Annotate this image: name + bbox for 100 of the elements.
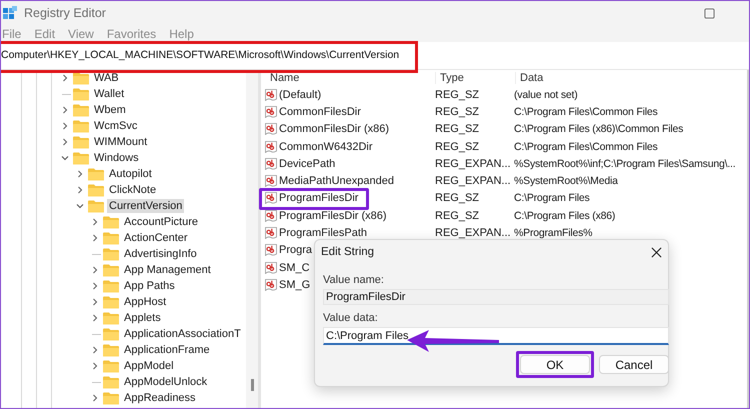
folder-icon xyxy=(103,216,119,228)
value-data: (value not set) xyxy=(514,88,578,101)
folder-icon xyxy=(88,168,104,180)
value-data: C:\Program Files xyxy=(514,192,590,204)
folder-icon xyxy=(103,264,119,276)
value-name[interactable]: (Default) xyxy=(279,88,322,101)
value-name[interactable]: SM_G xyxy=(279,278,310,291)
close-icon[interactable] xyxy=(651,246,662,258)
string-value-icon xyxy=(265,262,277,274)
string-value-icon xyxy=(265,123,277,136)
tree-item[interactable]: ClickNote xyxy=(107,183,158,197)
string-value-icon xyxy=(265,158,277,170)
value-data: %ProgramFiles% xyxy=(514,227,592,240)
value-data-field[interactable]: C:\Program Files xyxy=(323,327,669,345)
window-title: Registry Editor xyxy=(24,6,106,20)
value-data: C:\Program Files\Common Files xyxy=(514,140,658,153)
tree-item[interactable]: Windows xyxy=(92,151,141,165)
string-value-icon xyxy=(265,244,277,256)
value-name-field[interactable]: ProgramFilesDir xyxy=(323,289,669,305)
value-data: %SystemRoot%\inf;C:\Program Files\Samsung\... xyxy=(514,158,736,170)
field-label: Value data: xyxy=(323,312,379,324)
maximize-icon[interactable] xyxy=(704,8,715,18)
folder-icon xyxy=(88,184,104,196)
folder-icon xyxy=(73,152,89,164)
folder-icon xyxy=(103,360,119,372)
value-name[interactable]: ProgramFilesDir xyxy=(279,192,358,204)
tree-item[interactable]: AppModel xyxy=(122,359,176,373)
folder-icon xyxy=(73,136,89,148)
value-type: REG_SZ xyxy=(435,88,480,101)
tree-item[interactable]: ApplicationAssociationT xyxy=(122,327,243,341)
string-value-icon xyxy=(265,106,277,118)
value-type: REG_SZ xyxy=(435,123,480,136)
address-bar[interactable]: Computer\HKEY_LOCAL_MACHINE\SOFTWARE\Microsoft\Windows\CurrentVersion xyxy=(1,49,400,61)
tree-item[interactable]: AppReadiness xyxy=(122,391,198,405)
string-value-icon xyxy=(265,278,277,291)
value-type: REG_EXPAN... xyxy=(435,227,511,240)
value-data: C:\Program Files\Common Files xyxy=(514,106,658,118)
value-type: REG_EXPAN... xyxy=(435,158,511,170)
tree-item[interactable]: ActionCenter xyxy=(122,231,190,245)
chevron-down-icon[interactable] xyxy=(76,202,86,210)
string-value-icon xyxy=(265,227,277,240)
value-name[interactable]: ProgramFilesDir (x86) xyxy=(279,210,387,222)
value-name[interactable]: MediaPathUnexpanded xyxy=(279,175,394,188)
folder-icon xyxy=(103,280,119,292)
value-type: REG_SZ xyxy=(435,210,480,222)
tree-item[interactable]: Wallet xyxy=(92,87,126,101)
folder-icon xyxy=(73,104,89,116)
tree-item[interactable]: WcmSvc xyxy=(92,119,140,133)
value-type: REG_SZ xyxy=(435,106,480,118)
value-name[interactable]: CommonFilesDir (x86) xyxy=(279,123,390,136)
column-header[interactable]: Type xyxy=(435,72,515,84)
folder-icon xyxy=(103,232,119,244)
value-data: C:\Program Files (x86) xyxy=(514,210,616,222)
column-header[interactable]: Name xyxy=(265,72,435,84)
folder-icon xyxy=(73,72,89,84)
string-value-icon xyxy=(265,88,277,101)
column-header[interactable]: Data xyxy=(515,72,747,84)
value-type: REG_SZ xyxy=(435,192,480,204)
tree-item[interactable]: AccountPicture xyxy=(122,215,200,229)
scrollbar-thumb[interactable] xyxy=(250,379,254,391)
tree-item[interactable]: CurrentVersion xyxy=(107,199,184,213)
value-name[interactable]: CommonFilesDir xyxy=(279,106,361,118)
value-name[interactable]: DevicePath xyxy=(279,158,336,170)
tree-item[interactable]: Wbem xyxy=(92,103,128,117)
folder-icon xyxy=(103,344,119,356)
folder-icon xyxy=(73,120,89,132)
tree-item[interactable]: Autopilot xyxy=(107,167,154,181)
tree-item[interactable]: App Management xyxy=(122,263,213,277)
value-name[interactable]: ProgramFilesPath xyxy=(279,227,368,240)
value-data: C:\Program Files (x86)\Common Files xyxy=(514,123,684,136)
tree-item[interactable]: WAB xyxy=(92,71,121,85)
tree-item[interactable]: App Paths xyxy=(122,279,177,293)
folder-icon xyxy=(103,328,119,340)
tree-item[interactable]: WIMMount xyxy=(92,135,150,149)
tree-item[interactable]: ApplicationFrame xyxy=(122,343,212,357)
string-value-icon xyxy=(265,175,277,188)
folder-icon xyxy=(103,312,119,324)
ok-button[interactable]: OK xyxy=(520,355,590,374)
string-value-icon xyxy=(265,140,277,153)
folder-icon xyxy=(103,248,119,260)
folder-icon xyxy=(103,392,119,404)
folder-icon xyxy=(103,296,119,308)
value-type: REG_SZ xyxy=(435,140,480,153)
folder-icon xyxy=(88,200,104,212)
string-value-icon xyxy=(265,192,277,204)
dialog-title: Edit String xyxy=(321,246,374,258)
cancel-button[interactable]: Cancel xyxy=(599,355,669,374)
value-name[interactable]: SM_C xyxy=(279,262,310,274)
tree-item[interactable]: AdvertisingInfo xyxy=(122,247,199,261)
string-value-icon xyxy=(265,210,277,222)
field-label: Value name: xyxy=(323,274,385,286)
value-type: REG_EXPAN... xyxy=(435,175,511,188)
value-name[interactable]: Progra xyxy=(279,244,312,256)
tree-item[interactable]: Applets xyxy=(122,311,163,325)
registry-icon xyxy=(3,6,17,20)
value-data: %SystemRoot%\Media xyxy=(514,175,618,188)
tree-item[interactable]: AppModelUnlock xyxy=(122,375,210,389)
tree-item[interactable]: AppHost xyxy=(122,295,168,309)
value-name[interactable]: CommonW6432Dir xyxy=(279,140,373,153)
chevron-down-icon[interactable] xyxy=(61,154,71,162)
